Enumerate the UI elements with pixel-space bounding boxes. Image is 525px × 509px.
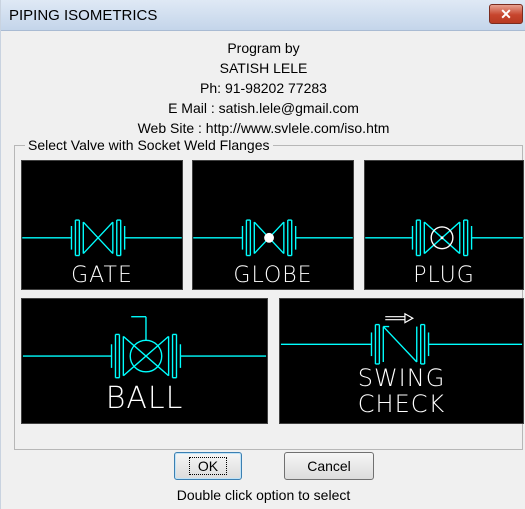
hint-text: Double click option to select xyxy=(176,487,351,503)
valve-option-globe[interactable]: GLOBE xyxy=(192,160,354,290)
ok-button[interactable]: OK xyxy=(174,452,242,480)
ok-button-label: OK xyxy=(188,457,228,475)
window-title: PIPING ISOMETRICS xyxy=(9,7,158,24)
info-email: E Mail : satish.lele@gmail.com xyxy=(168,100,359,116)
cancel-button-label: Cancel xyxy=(307,458,351,474)
title-bar[interactable]: PIPING ISOMETRICS ✕ xyxy=(1,0,525,31)
info-website: Web Site : http://www.svlele.com/iso.htm xyxy=(137,120,390,136)
valve-option-swing-check[interactable]: SWING CHECK xyxy=(279,298,524,424)
info-program-by: Program by xyxy=(227,40,300,56)
close-button[interactable]: ✕ xyxy=(489,4,523,24)
valve-label-swing: SWING xyxy=(357,364,446,392)
valve-label-plug: PLUG xyxy=(413,263,475,288)
valve-label-check: CHECK xyxy=(357,390,446,418)
close-icon: ✕ xyxy=(500,6,512,22)
valve-label-globe: GLOBE xyxy=(233,263,313,288)
cancel-button[interactable]: Cancel xyxy=(284,452,374,480)
info-phone: Ph: 91-98202 77283 xyxy=(200,80,327,96)
valve-option-ball[interactable]: BALL xyxy=(21,298,268,424)
valve-option-plug[interactable]: PLUG xyxy=(364,160,524,290)
dialog-window: PIPING ISOMETRICS ✕ Program by SATISH LE… xyxy=(0,0,525,509)
info-author: SATISH LELE xyxy=(219,60,308,76)
valve-group-label: Select Valve with Socket Weld Flanges xyxy=(25,137,273,153)
valve-option-gate[interactable]: GATE xyxy=(21,160,183,290)
valve-label-ball: BALL xyxy=(105,381,184,416)
valve-label-gate: GATE xyxy=(71,263,133,288)
